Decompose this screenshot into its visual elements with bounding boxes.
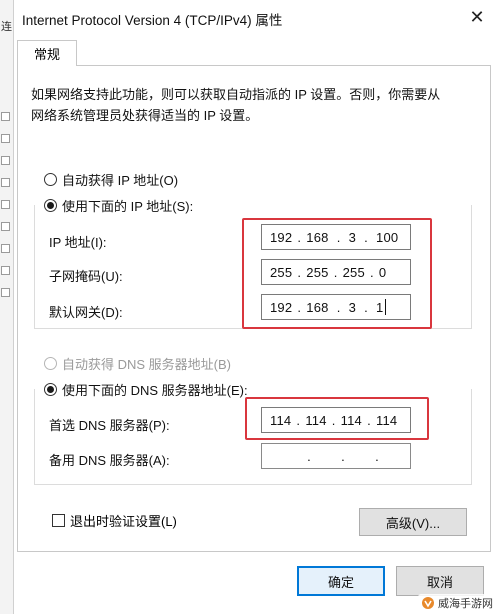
default-gateway-label: 默认网关(D): <box>49 305 123 320</box>
highlight-box-dns <box>245 397 429 440</box>
close-button[interactable]: ✕ <box>454 0 500 34</box>
ip-address-label: IP 地址(I): <box>49 235 107 250</box>
subnet-mask-label: 子网掩码(U): <box>49 269 123 284</box>
cancel-button[interactable]: 取消 <box>396 566 484 596</box>
background-checkbox <box>1 112 10 121</box>
tab-general[interactable]: 常规 <box>17 40 77 66</box>
background-checkbox <box>1 134 10 143</box>
preferred-dns-label: 首选 DNS 服务器(P): <box>49 418 170 433</box>
title-bar[interactable]: Internet Protocol Version 4 (TCP/IPv4) 属… <box>14 0 500 34</box>
background-checkbox <box>1 200 10 209</box>
watermark-text: 威海手游网 <box>438 598 493 610</box>
dns-auto-label: 自动获得 DNS 服务器地址(B) <box>62 357 232 372</box>
description-text: 如果网络支持此功能，则可以获取自动指派的 IP 设置。否则，你需要从网络系统管理… <box>31 87 441 123</box>
background-checkbox <box>1 266 10 275</box>
alternate-dns-label: 备用 DNS 服务器(A): <box>49 453 170 468</box>
background-checkbox <box>1 244 10 253</box>
validate-on-exit-option[interactable]: 退出时验证设置(L) <box>52 511 177 530</box>
validate-on-exit-checkbox[interactable] <box>52 514 65 527</box>
background-text-fragment: 连 <box>1 21 12 33</box>
watermark-logo-icon <box>422 597 434 609</box>
dns-auto-radio[interactable] <box>44 357 57 370</box>
ip-auto-radio[interactable] <box>44 173 57 186</box>
general-tab-panel: 如果网络支持此功能，则可以获取自动指派的 IP 设置。否则，你需要从网络系统管理… <box>17 65 491 552</box>
highlight-box-ip <box>242 218 432 329</box>
site-watermark: 威海手游网 <box>418 594 496 612</box>
dialog-title: Internet Protocol Version 4 (TCP/IPv4) 属… <box>22 13 283 28</box>
dns-auto-option[interactable]: 自动获得 DNS 服务器地址(B) <box>44 354 231 373</box>
ipv4-properties-dialog: Internet Protocol Version 4 (TCP/IPv4) 属… <box>14 0 500 614</box>
background-checkbox <box>1 222 10 231</box>
close-icon: ✕ <box>469 6 485 27</box>
background-checkbox <box>1 156 10 165</box>
ok-button[interactable]: 确定 <box>297 566 385 596</box>
background-checkbox <box>1 178 10 187</box>
advanced-button[interactable]: 高级(V)... <box>359 508 467 536</box>
ip-auto-label: 自动获得 IP 地址(O) <box>62 173 179 188</box>
background-window-edge: 连 <box>0 0 14 614</box>
background-checkbox <box>1 288 10 297</box>
ip-auto-option[interactable]: 自动获得 IP 地址(O) <box>44 170 178 189</box>
alternate-dns-field[interactable]: ... <box>261 443 411 469</box>
validate-on-exit-label: 退出时验证设置(L) <box>70 514 177 529</box>
